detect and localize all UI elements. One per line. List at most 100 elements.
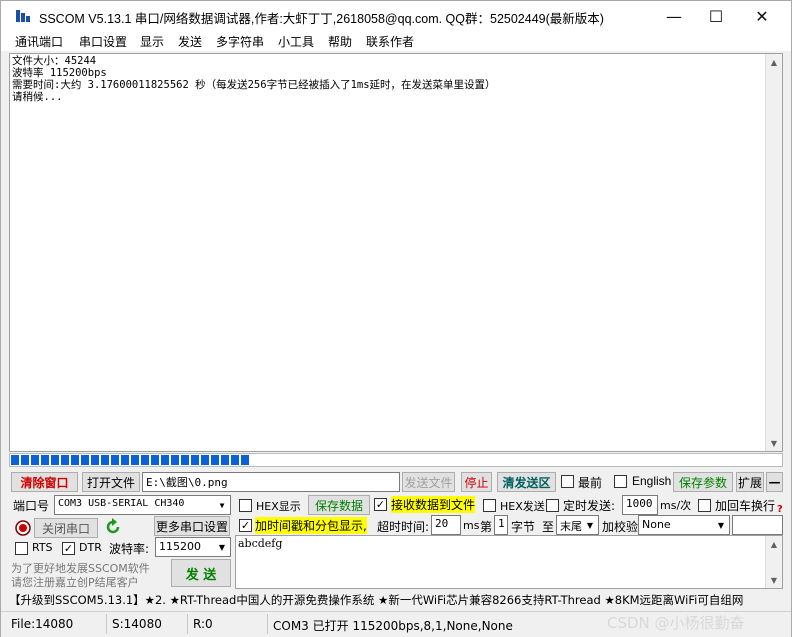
end-select[interactable]: 末尾 ▼ <box>556 515 599 535</box>
chevron-down-icon[interactable]: ▼ <box>713 516 729 534</box>
collapse-button[interactable]: — <box>766 472 783 492</box>
dtr-checkbox[interactable]: ✓ <box>62 542 75 555</box>
scroll-down-icon[interactable]: ▼ <box>766 572 782 588</box>
receive-line: 需要时间:大约 3.17600011825562 秒（每发送256字节已经被插入… <box>12 79 496 91</box>
add-crlf-checkbox[interactable] <box>698 499 711 512</box>
port-select[interactable]: COM3 USB-SERIAL CH340 ▼ <box>54 495 231 515</box>
baud-label: 波特率: <box>109 542 150 556</box>
byte-label: 字节 <box>511 520 536 534</box>
scroll-up-icon[interactable]: ▲ <box>766 536 782 552</box>
open-file-button[interactable]: 打开文件 <box>82 472 140 492</box>
timed-send-checkbox[interactable] <box>546 499 559 512</box>
clear-window-button[interactable]: 清除窗口 <box>11 472 78 492</box>
send-progress-bar <box>9 453 783 467</box>
minimize-icon[interactable]: — <box>651 1 697 31</box>
interval-unit-label: ms/次 <box>660 499 692 512</box>
send-scrollbar[interactable]: ▲ ▼ <box>765 536 782 588</box>
timeout-input[interactable]: 20 <box>431 515 461 535</box>
stop-button[interactable]: 停止 <box>461 472 492 492</box>
receive-line: 波特率 115200bps <box>12 67 107 79</box>
top-most-checkbox[interactable] <box>561 475 574 488</box>
close-icon[interactable]: ✕ <box>739 1 785 31</box>
timestamp-label: 加时间戳和分包显示, <box>255 517 367 534</box>
port-label: 端口号 <box>13 499 50 513</box>
interval-input[interactable]: 1000 <box>622 495 658 515</box>
checksum-value: None <box>642 518 671 531</box>
receive-area[interactable]: 文件大小：45244 波特率 115200bps 需要时间:大约 3.1760001… <box>9 53 783 452</box>
scroll-down-icon[interactable]: ▼ <box>766 435 782 451</box>
receive-text: 文件大小：45244 波特率 115200bps 需要时间:大约 3.1760001… <box>12 55 496 103</box>
expand-button[interactable]: 扩展 <box>736 472 764 492</box>
nth-label: 第 <box>480 520 493 534</box>
close-port-button[interactable]: 关闭串口 <box>34 518 98 538</box>
port-status-icon <box>15 520 31 536</box>
port-value: COM3 USB-SERIAL CH340 <box>58 498 185 509</box>
baud-value: 115200 <box>159 540 201 553</box>
news-ticker[interactable]: 【升级到SSCOM5.13.1】★2. ★RT-Thread中国人的开源免费操作… <box>9 591 783 609</box>
hex-display-checkbox[interactable] <box>239 499 252 512</box>
add-crlf-label: 加回车换行 <box>715 499 776 513</box>
timestamp-checkbox[interactable]: ✓ <box>239 519 252 532</box>
status-bar: File:14080 S:14080 R:0 COM3 已打开 115200bp… <box>1 611 791 637</box>
hex-send-label: HEX发送 <box>500 500 545 513</box>
more-port-settings-button[interactable]: 更多串口设置 <box>154 516 230 536</box>
checksum-select[interactable]: None ▼ <box>638 515 730 535</box>
status-divider <box>106 614 107 634</box>
timeout-unit-label: ms <box>463 519 480 532</box>
status-divider <box>187 614 188 634</box>
rts-label: RTS <box>32 541 53 554</box>
refresh-icon[interactable] <box>104 518 122 536</box>
clear-send-area-button[interactable]: 清发送区 <box>497 472 556 492</box>
csdn-watermark: CSDN @小杨很勤奋 <box>607 614 745 632</box>
baud-select[interactable]: 115200 ▼ <box>155 537 231 557</box>
rts-checkbox[interactable] <box>15 542 28 555</box>
promo-line-2[interactable]: 请您注册嘉立创P结尾客户 <box>11 574 139 590</box>
menu-help[interactable]: 帮助 <box>328 33 352 50</box>
menu-contact-author[interactable]: 联系作者 <box>366 33 414 50</box>
hex-send-checkbox[interactable] <box>483 499 496 512</box>
receive-line: 请稍候... <box>12 91 63 103</box>
sscom-window: SSCOM V5.13.1 串口/网络数据调试器,作者:大虾丁丁,2618058… <box>0 0 792 637</box>
send-button[interactable]: 发 送 <box>171 559 231 587</box>
scroll-up-icon[interactable]: ▲ <box>766 54 782 70</box>
window-title: SSCOM V5.13.1 串口/网络数据调试器,作者:大虾丁丁,2618058… <box>39 12 604 26</box>
save-params-button[interactable]: 保存参数 <box>673 472 733 492</box>
file-count: File:14080 <box>11 617 74 631</box>
nth-input[interactable]: 1 <box>494 515 508 535</box>
chevron-down-icon[interactable]: ▼ <box>582 516 598 534</box>
help-icon[interactable]: ? <box>777 504 783 515</box>
english-checkbox[interactable] <box>614 475 627 488</box>
receive-scrollbar[interactable]: ▲ ▼ <box>765 54 782 451</box>
recv-to-file-label: 接收数据到文件 <box>391 496 476 513</box>
chevron-down-icon[interactable]: ▼ <box>214 496 230 514</box>
dtr-label: DTR <box>79 541 102 554</box>
send-text-area[interactable]: abcdefg ▲ ▼ <box>235 535 783 589</box>
sent-count: S:14080 <box>112 617 162 631</box>
timed-send-label: 定时发送: <box>563 499 616 513</box>
to-label: 至 <box>542 520 555 534</box>
chevron-down-icon[interactable]: ▼ <box>214 538 230 556</box>
maximize-icon[interactable]: ☐ <box>693 1 739 31</box>
menu-display[interactable]: 显示 <box>140 33 164 50</box>
end-value: 末尾 <box>560 520 582 533</box>
menu-bar: 通讯端口 串口设置 显示 发送 多字符串 小工具 帮助 联系作者 <box>1 31 791 51</box>
checksum-output <box>732 515 783 535</box>
menu-tools[interactable]: 小工具 <box>278 33 314 50</box>
recv-to-file-checkbox[interactable]: ✓ <box>374 498 387 511</box>
port-status: COM3 已打开 115200bps,8,1,None,None <box>273 619 513 633</box>
file-path-input[interactable]: E:\截图\0.png <box>142 472 400 492</box>
recv-count: R:0 <box>193 617 213 631</box>
send-file-button[interactable]: 发送文件 <box>402 472 455 492</box>
receive-line: 文件大小：45244 <box>12 55 97 67</box>
menu-send[interactable]: 发送 <box>178 33 202 50</box>
title-bar: SSCOM V5.13.1 串口/网络数据调试器,作者:大虾丁丁,2618058… <box>1 1 791 31</box>
timeout-label: 超时时间: <box>377 520 430 534</box>
progress-fill <box>11 455 250 465</box>
app-logo-icon <box>16 10 30 22</box>
english-label: English <box>632 474 672 488</box>
send-text: abcdefg <box>238 537 283 550</box>
menu-multi-string[interactable]: 多字符串 <box>216 33 264 50</box>
save-data-button[interactable]: 保存数据 <box>308 495 370 515</box>
menu-port-settings[interactable]: 串口设置 <box>79 33 127 50</box>
menu-comm-port[interactable]: 通讯端口 <box>15 33 63 50</box>
